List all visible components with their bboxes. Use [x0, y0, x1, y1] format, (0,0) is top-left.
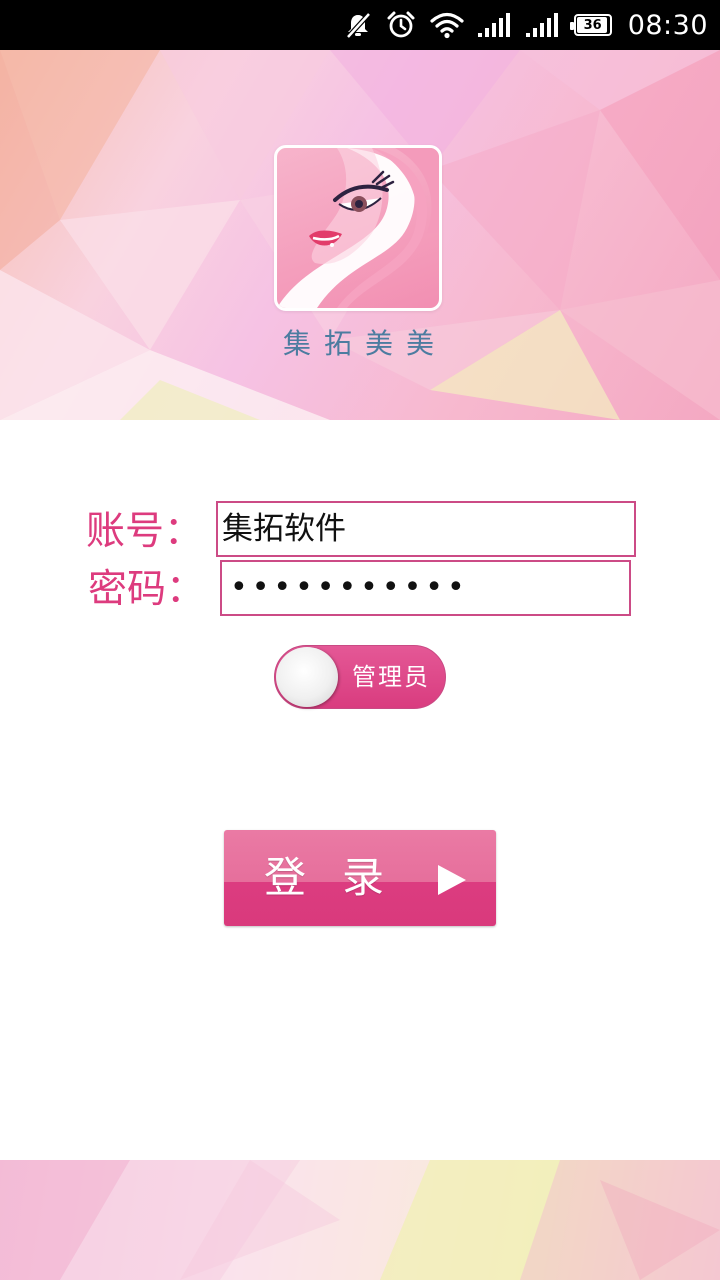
app-logo — [274, 145, 442, 311]
signal-icon — [477, 0, 512, 50]
password-input[interactable]: ••••••••••• — [220, 560, 631, 616]
footer-decoration — [0, 1160, 720, 1280]
status-bar: 36 08:30 — [0, 0, 720, 50]
signal-icon — [525, 0, 560, 50]
account-input[interactable]: 集拓软件 — [216, 501, 636, 557]
header-banner: 集拓美美 — [0, 50, 720, 420]
password-label: 密码： — [88, 567, 206, 612]
play-arrow-icon — [438, 865, 466, 895]
woman-face-logo-icon — [277, 148, 439, 308]
wifi-icon — [430, 0, 464, 50]
battery-icon: 36 — [569, 14, 612, 36]
toggle-knob[interactable] — [276, 647, 338, 707]
alarm-icon — [386, 0, 416, 50]
notifications-off-icon — [344, 0, 372, 50]
account-label: 账号： — [86, 509, 204, 554]
login-button-label: 登录 — [264, 853, 421, 902]
footer-background — [0, 1160, 720, 1280]
admin-toggle[interactable]: 管理员 — [274, 645, 446, 709]
battery-level: 36 — [583, 17, 602, 33]
clock: 08:30 — [627, 9, 708, 41]
brand-name: 集拓美美 — [282, 327, 447, 360]
admin-toggle-label: 管理员 — [352, 663, 430, 691]
